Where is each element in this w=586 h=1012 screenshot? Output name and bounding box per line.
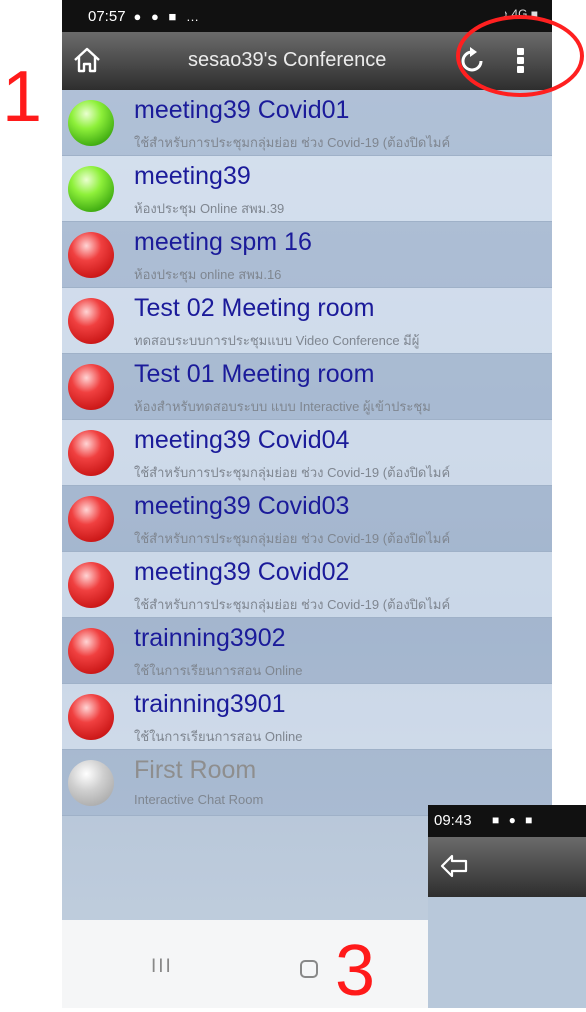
- room-name: meeting39 Covid03: [134, 492, 350, 520]
- highlight-circle: [456, 15, 584, 97]
- room-item[interactable]: meeting39 Covid01 ใช้สำหรับการประชุมกลุ่ม…: [62, 90, 552, 156]
- inset-status-bar: 09:43 ■ ● ■: [428, 805, 586, 837]
- status-indicator-icon: [68, 430, 114, 476]
- room-description: ใช้สำหรับการประชุมกลุ่มย่อย ช่วง Covid-1…: [134, 465, 451, 480]
- status-indicator-icon: [68, 562, 114, 608]
- room-description: ใช้ในการเรียนการสอน Online: [134, 663, 303, 678]
- home-button[interactable]: [300, 960, 318, 978]
- room-description: ห้องประชุม online สพม.16: [134, 267, 282, 282]
- room-name: First Room: [134, 756, 257, 784]
- room-item[interactable]: meeting39 Covid03 ใช้สำหรับการประชุมกลุ่ม…: [62, 486, 552, 552]
- status-indicator-icon: [68, 496, 114, 542]
- room-description: ใช้ในการเรียนการสอน Online: [134, 729, 303, 744]
- room-list: meeting39 Covid01 ใช้สำหรับการประชุมกลุ่ม…: [62, 90, 552, 816]
- status-indicator-icon: [68, 298, 114, 344]
- room-name: meeting39: [134, 162, 251, 190]
- room-name: Test 01 Meeting room: [134, 360, 375, 388]
- room-name: meeting39 Covid01: [134, 96, 350, 124]
- room-description: ห้องสำหรับทดสอบระบบ แบบ Interactive ผู้เ…: [134, 399, 431, 414]
- status-indicator-icon: [68, 100, 114, 146]
- recents-button[interactable]: III: [151, 956, 173, 978]
- home-icon[interactable]: [72, 45, 102, 75]
- annotation-1: 1: [2, 57, 43, 137]
- room-name: meeting39 Covid02: [134, 558, 350, 586]
- status-indicator-icon: [68, 694, 114, 740]
- status-indicator-icon: [68, 232, 114, 278]
- status-time: 07:57: [88, 7, 126, 25]
- annotation-3: 3: [335, 931, 376, 1011]
- inset-body: [428, 897, 586, 1008]
- inset-app-bar: [428, 837, 586, 897]
- status-indicator-icon: [68, 628, 114, 674]
- room-description: ใช้สำหรับการประชุมกลุ่มย่อย ช่วง Covid-1…: [134, 531, 451, 546]
- inset-status-icons: ■ ● ■: [492, 813, 536, 827]
- page-title: sesao39's Conference: [188, 49, 387, 71]
- inset-screenshot: 09:43 ■ ● ■: [428, 805, 586, 1008]
- room-name: Test 02 Meeting room: [134, 294, 375, 322]
- room-item[interactable]: meeting39 Covid04 ใช้สำหรับการประชุมกลุ่ม…: [62, 420, 552, 486]
- room-item[interactable]: Test 01 Meeting room ห้องสำหรับทดสอบระบบ …: [62, 354, 552, 420]
- status-indicator-icon: [68, 760, 114, 806]
- room-item[interactable]: Test 02 Meeting room ทดสอบระบบการประชุมแบ…: [62, 288, 552, 354]
- room-description: ห้องประชุม Online สพม.39: [134, 201, 285, 216]
- inset-time: 09:43: [434, 812, 472, 829]
- room-item[interactable]: meeting39 ห้องประชุม Online สพม.39: [62, 156, 552, 222]
- room-item[interactable]: trainning3902 ใช้ในการเรียนการสอน Online: [62, 618, 552, 684]
- room-name: meeting39 Covid04: [134, 426, 350, 454]
- room-name: trainning3901: [134, 690, 286, 718]
- room-item[interactable]: trainning3901 ใช้ในการเรียนการสอน Online: [62, 684, 552, 750]
- room-item[interactable]: meeting39 Covid02 ใช้สำหรับการประชุมกลุ่ม…: [62, 552, 552, 618]
- notification-icons: ● ● ■ …: [133, 8, 202, 24]
- status-indicator-icon: [68, 166, 114, 212]
- room-description: ใช้สำหรับการประชุมกลุ่มย่อย ช่วง Covid-1…: [134, 135, 451, 150]
- back-icon[interactable]: [440, 853, 468, 879]
- room-name: trainning3902: [134, 624, 286, 652]
- room-description: ใช้สำหรับการประชุมกลุ่มย่อย ช่วง Covid-1…: [134, 597, 451, 612]
- room-name: meeting spm 16: [134, 228, 312, 256]
- room-description: ทดสอบระบบการประชุมแบบ Video Conference ม…: [134, 333, 420, 348]
- room-item[interactable]: meeting spm 16 ห้องประชุม online สพม.16: [62, 222, 552, 288]
- status-indicator-icon: [68, 364, 114, 410]
